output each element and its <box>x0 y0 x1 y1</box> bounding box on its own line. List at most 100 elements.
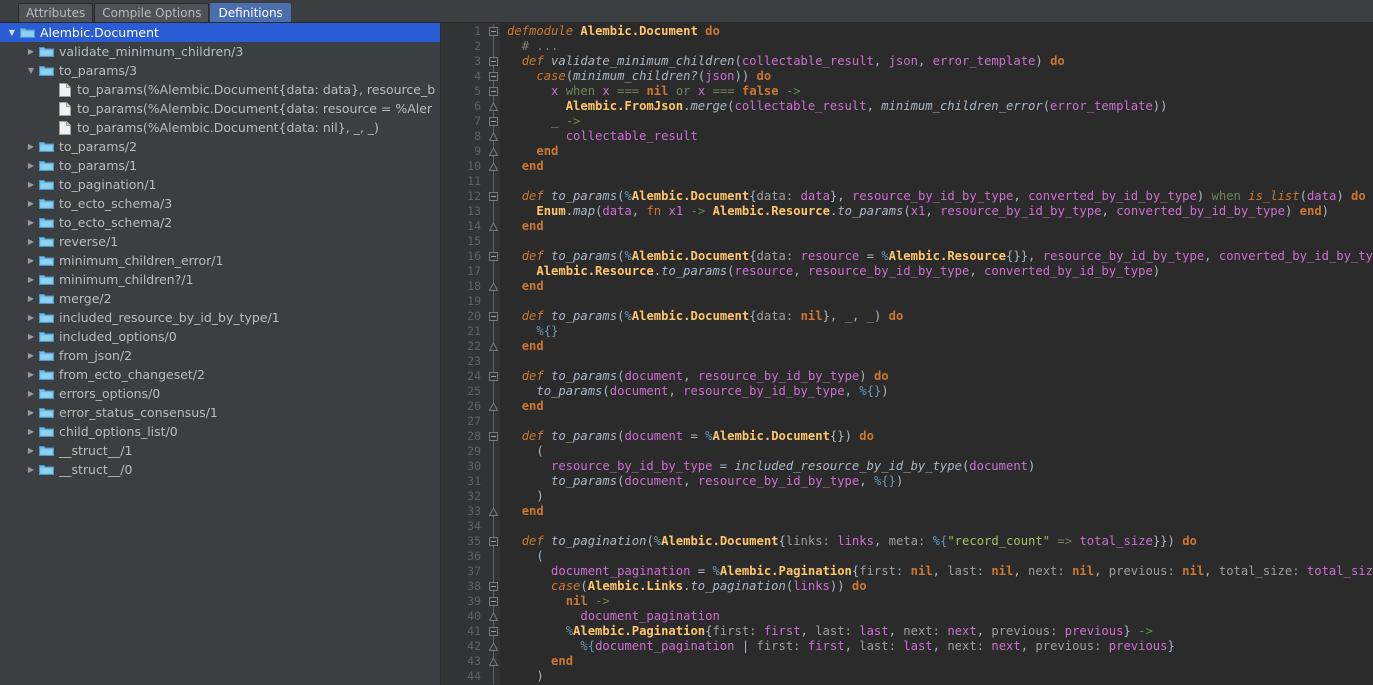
tree-row[interactable]: ▶ to_pagination/1 <box>0 175 440 194</box>
tree-row-selected[interactable]: ▼ Alembic.Document <box>0 23 440 42</box>
fold-toggle[interactable] <box>487 504 500 519</box>
code-line[interactable] <box>501 414 1373 429</box>
tab-attributes[interactable]: Attributes <box>18 3 94 22</box>
code-line[interactable]: Alembic.FromJson.merge(collectable_resul… <box>501 99 1373 114</box>
fold-toggle[interactable] <box>487 369 500 384</box>
code-line[interactable]: ( <box>501 549 1373 564</box>
code-line[interactable]: case(Alembic.Links.to_pagination(links))… <box>501 579 1373 594</box>
code-line[interactable]: %Alembic.Pagination{first: first, last: … <box>501 624 1373 639</box>
code-line[interactable]: _ -> <box>501 114 1373 129</box>
fold-toggle[interactable] <box>487 249 500 264</box>
tree-row[interactable]: ▶to_params(%Alembic.Document{data: resou… <box>0 99 440 118</box>
code-line[interactable]: Alembic.Resource.to_params(resource, res… <box>501 264 1373 279</box>
tree-row[interactable]: ▶to_params(%Alembic.Document{data: nil},… <box>0 118 440 137</box>
chevron-right-icon[interactable]: ▶ <box>25 251 37 270</box>
tree-row[interactable]: ▶ to_params/2 <box>0 137 440 156</box>
fold-toggle[interactable] <box>487 339 500 354</box>
tree-row[interactable]: ▶ child_options_list/0 <box>0 422 440 441</box>
code-line[interactable]: ) <box>501 669 1373 684</box>
tree-row[interactable]: ▶ from_json/2 <box>0 346 440 365</box>
chevron-right-icon[interactable]: ▶ <box>25 42 37 61</box>
tree-row[interactable]: ▶ included_resource_by_id_by_type/1 <box>0 308 440 327</box>
code-line[interactable]: document_pagination = %Alembic.Paginatio… <box>501 564 1373 579</box>
fold-toggle[interactable] <box>487 219 500 234</box>
fold-toggle[interactable] <box>487 54 500 69</box>
code-line[interactable]: end <box>501 504 1373 519</box>
tree-row[interactable]: ▶ to_params/1 <box>0 156 440 175</box>
tree-row[interactable]: ▶ validate_minimum_children/3 <box>0 42 440 61</box>
code-line[interactable]: def to_params(%Alembic.Document{data: ni… <box>501 309 1373 324</box>
tree-row[interactable]: ▶ merge/2 <box>0 289 440 308</box>
code-content[interactable]: defmodule Alembic.Document do # ... def … <box>501 23 1373 685</box>
chevron-right-icon[interactable]: ▶ <box>25 289 37 308</box>
code-line[interactable]: def to_params (%Alembic.Document{data: da… <box>501 189 1373 204</box>
tree-row[interactable]: ▼ to_params/3 <box>0 61 440 80</box>
code-line[interactable]: end <box>501 219 1373 234</box>
chevron-right-icon[interactable]: ▶ <box>25 460 37 479</box>
tree-row[interactable]: ▶ from_ecto_changeset/2 <box>0 365 440 384</box>
fold-toggle[interactable] <box>487 654 500 669</box>
fold-toggle[interactable] <box>487 69 500 84</box>
code-line[interactable]: resource_by_id_by_type = included_resour… <box>501 459 1373 474</box>
code-line[interactable]: defmodule Alembic.Document do <box>501 24 1373 39</box>
code-line[interactable]: %{} <box>501 324 1373 339</box>
fold-toggle[interactable] <box>487 639 500 654</box>
code-line[interactable] <box>501 354 1373 369</box>
chevron-right-icon[interactable]: ▶ <box>25 175 37 194</box>
fold-toggle[interactable] <box>487 159 500 174</box>
tree-row[interactable]: ▶ __struct__/1 <box>0 441 440 460</box>
fold-toggle[interactable] <box>487 84 500 99</box>
chevron-right-icon[interactable]: ▶ <box>25 194 37 213</box>
code-line[interactable]: # ... <box>501 39 1373 54</box>
chevron-right-icon[interactable]: ▶ <box>25 403 37 422</box>
fold-toggle[interactable] <box>487 579 500 594</box>
tree-row[interactable]: ▶ error_status_consensus/1 <box>0 403 440 422</box>
code-line[interactable]: end <box>501 399 1373 414</box>
tree-row[interactable]: ▶ errors_options/0 <box>0 384 440 403</box>
fold-toggle[interactable] <box>487 279 500 294</box>
code-line[interactable]: def to_params(document, resource_by_id_b… <box>501 369 1373 384</box>
code-line[interactable]: %{document_pagination | first: first, la… <box>501 639 1373 654</box>
chevron-right-icon[interactable]: ▶ <box>25 137 37 156</box>
chevron-right-icon[interactable]: ▶ <box>25 422 37 441</box>
chevron-right-icon[interactable]: ▶ <box>25 384 37 403</box>
code-line[interactable]: Enum.map (data, fn x1 -> Alembic.Resource… <box>501 204 1373 219</box>
code-line[interactable]: collectable_result <box>501 129 1373 144</box>
fold-toggle[interactable] <box>487 309 500 324</box>
fold-toggle[interactable] <box>487 534 500 549</box>
tree-row[interactable]: ▶to_params(%Alembic.Document{data: data}… <box>0 80 440 99</box>
fold-toggle[interactable] <box>487 594 500 609</box>
code-line[interactable]: x when x === nil or x === false -> <box>501 84 1373 99</box>
chevron-right-icon[interactable]: ▶ <box>25 156 37 175</box>
fold-toggle[interactable] <box>487 429 500 444</box>
chevron-right-icon[interactable]: ▶ <box>25 308 37 327</box>
fold-toggle[interactable] <box>487 624 500 639</box>
tree-row[interactable]: ▶ to_ecto_schema/3 <box>0 194 440 213</box>
code-line[interactable]: ( <box>501 444 1373 459</box>
code-line[interactable]: end <box>501 654 1373 669</box>
code-editor[interactable]: 1 2 3 4 5 6 7 8 9 10 11 12 13 14 15 16 17 18 19 20 21 22 23 24 2… <box>441 22 1373 685</box>
fold-toggle[interactable] <box>487 144 500 159</box>
chevron-right-icon[interactable]: ▶ <box>25 232 37 251</box>
code-line[interactable]: def to_params(%Alembic.Document{data: re… <box>501 249 1373 264</box>
code-line[interactable]: document_pagination <box>501 609 1373 624</box>
chevron-down-icon[interactable]: ▼ <box>6 23 18 42</box>
code-line[interactable]: def to_params(document = %Alembic.Docume… <box>501 429 1373 444</box>
definitions-tree[interactable]: ▼ Alembic.Document ▶ validate_minimum_child… <box>0 22 441 685</box>
code-line[interactable] <box>501 519 1373 534</box>
fold-toggle[interactable] <box>487 189 500 204</box>
code-line[interactable]: end <box>501 144 1373 159</box>
chevron-right-icon[interactable]: ▶ <box>25 346 37 365</box>
chevron-down-icon[interactable]: ▼ <box>25 61 37 80</box>
tab-compile-options[interactable]: Compile Options <box>94 3 210 22</box>
tree-row[interactable]: ▶ to_ecto_schema/2 <box>0 213 440 232</box>
chevron-right-icon[interactable]: ▶ <box>25 270 37 289</box>
chevron-right-icon[interactable]: ▶ <box>25 213 37 232</box>
tree-row[interactable]: ▶ included_options/0 <box>0 327 440 346</box>
code-line[interactable] <box>501 294 1373 309</box>
tree-row[interactable]: ▶ reverse/1 <box>0 232 440 251</box>
code-line[interactable]: def to_pagination(%Alembic.Document{link… <box>501 534 1373 549</box>
tree-row[interactable]: ▶ __struct__/0 <box>0 460 440 479</box>
fold-toggle[interactable] <box>487 99 500 114</box>
chevron-right-icon[interactable]: ▶ <box>25 327 37 346</box>
